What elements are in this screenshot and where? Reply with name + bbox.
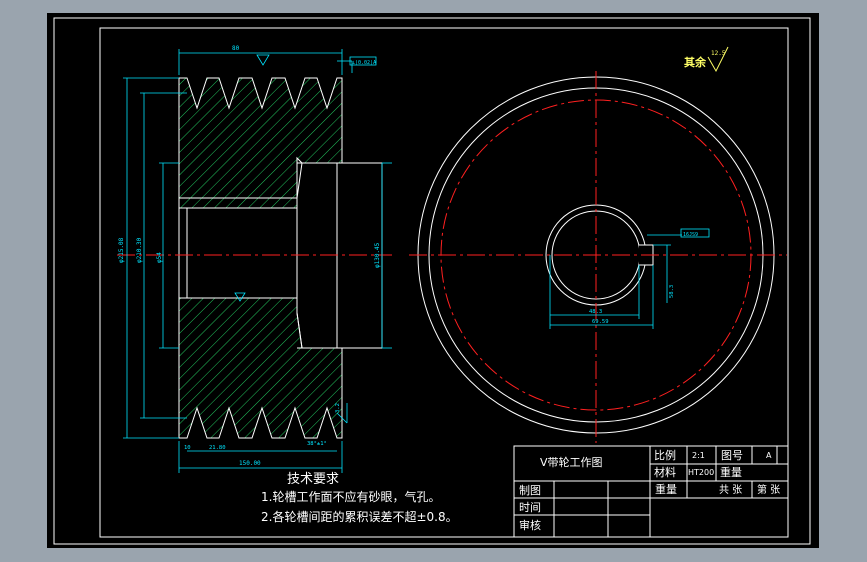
tb-drawing-no-value: A	[766, 451, 772, 460]
drawing-sheet: 80 φ215.08 φ210.30 φ54 φ130.45 150.00 21…	[47, 13, 819, 548]
dim-groove-angle: 38°±1°	[307, 441, 327, 447]
tb-total-sheets: 共 张	[719, 484, 742, 496]
tb-title: V带轮工作图	[540, 455, 603, 469]
tech-title: 技术要求	[287, 472, 339, 487]
tb-scale-label: 比例	[654, 448, 676, 462]
tolerance-text: ⊥|0.02|A	[352, 60, 376, 66]
section-view: 80 φ215.08 φ210.30 φ54 φ130.45 150.00 21…	[117, 45, 392, 473]
dim-keyway: 16JS9	[683, 232, 698, 238]
lower-rim-hatch	[178, 297, 343, 439]
roughness-value: 12.5	[711, 50, 726, 57]
outer-frame	[53, 17, 811, 545]
hub-boss	[297, 162, 383, 349]
tb-material-value: HT200	[688, 468, 714, 477]
dim-key-width: 48.3	[589, 309, 602, 315]
tb-weight-label: 重量	[720, 465, 742, 479]
front-view: 16JS9 48.3 69.59 58.3 其余 12.5	[409, 46, 787, 443]
dim-pitch-d: φ210.30	[136, 237, 143, 263]
hub-upper-hatch	[178, 197, 298, 209]
dim-keyway-depth: 58.3	[669, 285, 675, 298]
tb-scale-value: 2:1	[692, 451, 705, 460]
tech-item-1: 1.轮槽工作面不应有砂眼，气孔。	[261, 489, 440, 504]
dim-groove-edge: 10	[184, 445, 191, 451]
tb-date-label: 时间	[519, 501, 541, 514]
dim-groove-pitch: 21.80	[209, 445, 226, 451]
roughness-note: 其余	[684, 55, 707, 69]
tb-material-label: 材料	[654, 465, 676, 479]
tb-weight-label-2: 重量	[655, 482, 677, 496]
dim-hub: φ130.45	[374, 242, 381, 268]
dim-key-total: 69.59	[592, 319, 609, 325]
tb-sheet-no: 第 张	[757, 483, 780, 496]
tech-requirements: 技术要求 1.轮槽工作面不应有砂眼，气孔。 2.各轮槽间距的累积误差不超±0.8…	[261, 472, 458, 524]
front-dimensions	[549, 234, 682, 329]
dim-roughness-small: 3.2	[335, 403, 341, 413]
tb-drawn-label: 制图	[519, 484, 541, 497]
tb-review-label: 审核	[519, 518, 541, 532]
tech-item-2: 2.各轮槽间距的累积误差不超±0.8。	[261, 509, 458, 524]
cad-drawing: 80 φ215.08 φ210.30 φ54 φ130.45 150.00 21…	[53, 17, 811, 545]
bore	[178, 207, 298, 299]
dim-width-total: 150.00	[239, 460, 261, 467]
roughness-mark-top	[256, 54, 270, 66]
dim-od: φ215.08	[118, 237, 125, 263]
dim-bore: φ54	[156, 252, 163, 263]
upper-rim-hatch	[178, 77, 343, 199]
tb-drawing-no-label: 图号	[721, 449, 743, 462]
dim-top-width: 80	[232, 45, 240, 52]
